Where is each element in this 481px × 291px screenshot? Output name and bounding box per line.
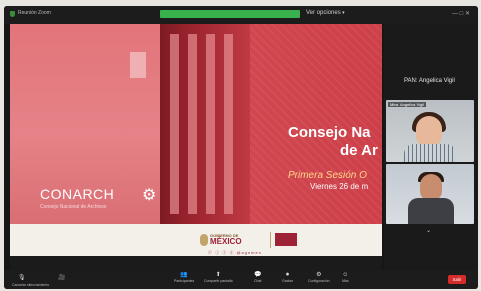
mic-label[interactable]: Cancelar silenciamiento — [12, 283, 49, 287]
divider — [270, 232, 271, 248]
share-icon: ⬆ — [215, 272, 221, 278]
conarch-logo: CONARCH — [40, 186, 115, 202]
slide-session: Primera Sesión O — [288, 170, 367, 181]
chat-button[interactable]: 💬 Chat — [254, 272, 261, 284]
slide-footer: GOBIERNO DE MÉXICO ⓕ ⓘ ⓣ ⓨ @agnmex — [10, 224, 382, 256]
participant-face — [416, 116, 442, 146]
host-label: PAN: Angelica Vigil — [404, 78, 455, 84]
title-bar: Reunión Zoom Ver opciones — □ ✕ — [4, 6, 478, 24]
screen-share-banner[interactable] — [160, 10, 300, 18]
smile-icon: ☺ — [342, 272, 349, 278]
shared-screen: Consejo Na de Ar Primera Sesión O Vierne… — [10, 24, 382, 270]
window-title: Reunión Zoom — [18, 10, 51, 16]
slide-headline-2: de Ar — [340, 142, 378, 159]
participants-panel: PAN: Angelica Vigil Mtra. Angelica Vigil… — [384, 24, 478, 270]
participant-name: Mtra. Angelica Vigil — [388, 102, 426, 107]
zoom-window: Reunión Zoom Ver opciones — □ ✕ Consejo … — [4, 6, 478, 289]
gear-icon: ⚙ — [142, 187, 157, 204]
meeting-toolbar: 🎙 Cancelar silenciamiento 🎥 👥 Participan… — [4, 270, 478, 289]
camera-icon[interactable]: 🎥 — [58, 274, 65, 281]
more-button[interactable]: ☺ Más — [342, 272, 349, 284]
share-screen-button[interactable]: ⬆ Compartir pantalla — [204, 272, 233, 284]
chevron-down-icon[interactable]: ⌄ — [426, 227, 431, 234]
agency-logo — [275, 233, 297, 246]
share-bottom-strip — [10, 256, 382, 270]
settings-button[interactable]: ⚙ Configuración — [308, 272, 330, 284]
slide-building — [160, 24, 250, 224]
eagle-icon — [200, 234, 208, 246]
gov-label: MÉXICO — [210, 237, 242, 246]
conarch-subtitle: Consejo Nacional de Archivos — [40, 204, 107, 210]
record-icon: ⏺ — [285, 272, 289, 278]
leave-button[interactable]: Salir — [448, 275, 466, 284]
slide-window — [130, 52, 146, 78]
participant-face — [420, 174, 442, 200]
gear-icon: ⚙ — [316, 272, 322, 278]
record-button[interactable]: ⏺ Grabar — [282, 272, 293, 284]
video-tile[interactable] — [386, 164, 474, 224]
slide-date: Viernes 26 de m — [310, 182, 369, 191]
slide-headline: Consejo Na — [288, 124, 371, 141]
participants-button[interactable]: 👥 Participantes — [174, 272, 194, 284]
participants-icon: 👥 — [180, 272, 188, 278]
shield-icon — [10, 11, 15, 17]
mic-icon[interactable]: 🎙 — [18, 274, 26, 281]
video-tile[interactable]: Mtra. Angelica Vigil — [386, 100, 474, 162]
window-controls[interactable]: — □ ✕ — [452, 10, 470, 17]
chat-icon: 💬 — [254, 272, 262, 278]
view-options-button[interactable]: Ver opciones — [306, 10, 345, 16]
